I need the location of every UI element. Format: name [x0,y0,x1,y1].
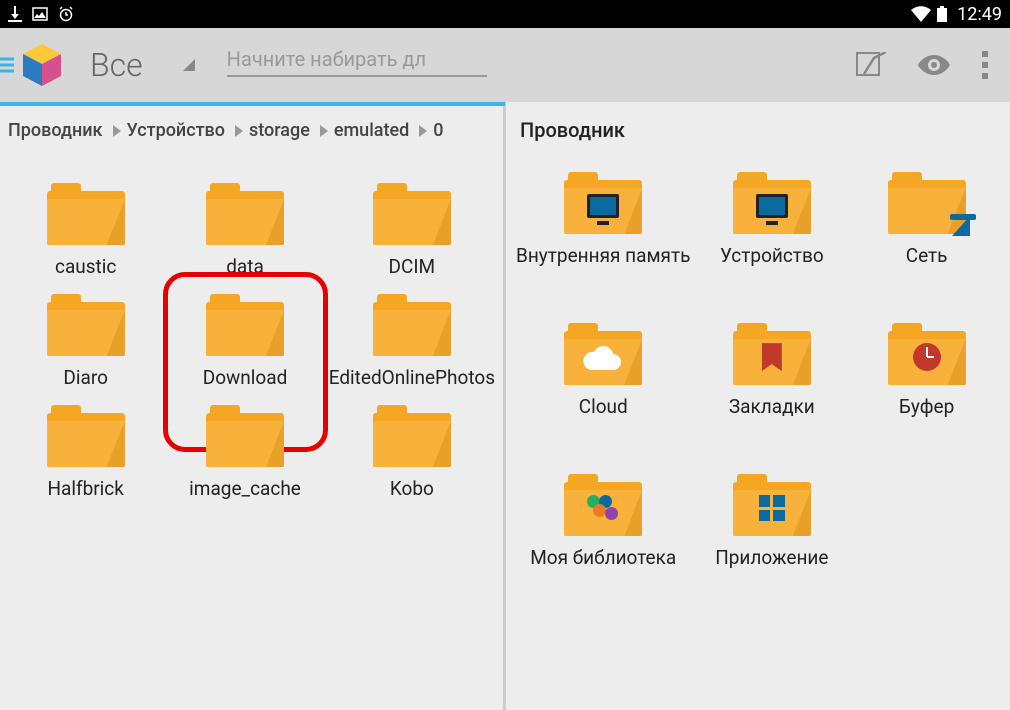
folder-label: EditedOnlinePhotos [329,366,495,389]
folder-item[interactable]: Kobo [325,397,499,508]
location-item[interactable]: Cloud [512,315,694,426]
folder-icon [206,183,284,245]
crumb[interactable]: Устройство [127,120,226,141]
crumb[interactable]: 0 [433,120,443,141]
status-time: 12:49 [957,4,1002,25]
folder-icon [373,405,451,467]
dropdown-triangle-icon [183,59,195,71]
breadcrumb[interactable]: Проводник Устройство storage emulated 0 [0,106,505,155]
folder-icon [47,294,125,356]
folder-icon [47,183,125,245]
location-label: Закладки [729,395,815,418]
search-input[interactable]: Начните набирать дл [227,43,487,77]
folder-item[interactable]: image_cache [165,397,324,508]
overflow-menu-icon[interactable] [982,51,990,79]
visibility-eye-icon[interactable] [918,55,950,75]
location-item[interactable]: Буфер [849,315,1004,426]
location-item[interactable]: Приложение [694,466,849,577]
folder-item[interactable]: EditedOnlinePhotos [325,286,499,397]
filter-dropdown[interactable]: Все [84,28,227,102]
wifi-icon [911,6,931,22]
folder-label: Kobo [390,477,434,500]
location-label: Моя библиотека [530,546,676,569]
left-pane: Проводник Устройство storage emulated 0 … [0,102,505,710]
device-overlay-icon [756,194,788,218]
right-pane-title: Проводник [506,102,1010,156]
location-label: Cloud [579,395,628,418]
alarm-status-icon [58,6,74,22]
download-status-icon [8,6,22,22]
battery-icon [937,6,947,22]
right-pane: Проводник Внутренняя память Устройство Сет… [505,102,1010,710]
folder-item[interactable]: DCIM [325,175,499,286]
folder-label: DCIM [389,255,436,278]
image-status-icon [32,7,48,21]
folder-item[interactable]: Diaro [6,286,165,397]
folder-icon [206,294,284,356]
location-label: Устройство [720,244,824,267]
folder-label: data [226,255,264,278]
device-overlay-icon [587,194,619,218]
apps-overlay-icon [759,495,785,521]
location-item[interactable]: Внутренняя память [512,164,694,275]
folder-label: Download [203,366,288,389]
folder-icon [373,183,451,245]
network-overlay-icon [952,216,970,236]
folder-item[interactable]: Halfbrick [6,397,165,508]
search-placeholder: Начните набирать дл [227,47,426,71]
folder-label: caustic [55,255,116,278]
folder-item[interactable]: caustic [6,175,165,286]
location-item[interactable]: Моя библиотека [512,466,694,577]
crumb[interactable]: storage [249,120,310,141]
location-item[interactable]: Устройство [694,164,849,275]
location-label: Приложение [715,546,828,569]
bookmark-overlay-icon [762,343,782,371]
menu-icon[interactable] [0,55,14,76]
location-label: Внутренняя память [516,244,690,267]
location-label: Сеть [906,244,948,267]
status-bar: 12:49 [0,0,1010,28]
clock-overlay-icon [913,343,941,371]
app-logo-cube-icon[interactable] [17,40,67,90]
folder-icon [47,405,125,467]
folder-label: image_cache [189,477,301,500]
folder-label: Halfbrick [47,477,123,500]
folder-label: Diaro [63,366,108,389]
crumb[interactable]: emulated [334,120,409,141]
location-label: Буфер [899,395,954,418]
library-overlay-icon [587,495,619,521]
cloud-overlay-icon [583,344,623,370]
folder-item[interactable]: data [165,175,324,286]
app-bar: Все Начните набирать дл [0,28,1010,102]
select-checkbox-icon[interactable] [856,52,886,78]
filter-label: Все [90,46,143,84]
crumb[interactable]: Проводник [8,120,103,141]
location-item[interactable]: Сеть [849,164,1004,275]
location-item[interactable]: Закладки [694,315,849,426]
folder-icon [206,405,284,467]
folder-item[interactable]: Download [165,286,324,397]
folder-icon [373,294,451,356]
